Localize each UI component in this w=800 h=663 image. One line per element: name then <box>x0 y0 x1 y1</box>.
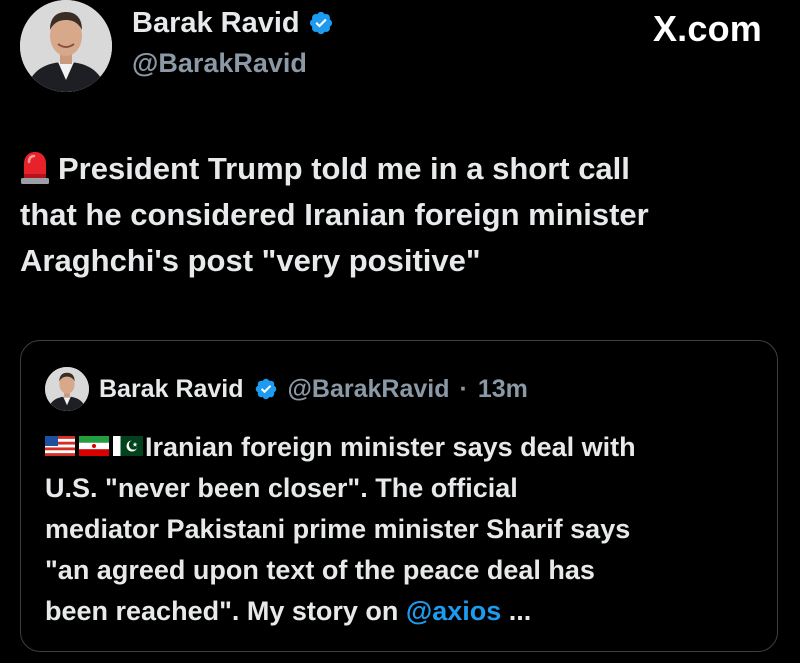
post-body: President Trump told me in a short call … <box>20 146 780 284</box>
quoted-verified-badge-icon <box>255 378 276 400</box>
quoted-line-3: mediator Pakistani prime minister Sharif… <box>45 514 631 544</box>
author-display-name[interactable]: Barak Ravid <box>132 7 300 40</box>
author-info: Barak Ravid @BarakRavid <box>132 6 334 79</box>
quoted-line-4: "an agreed upon text of the peace deal h… <box>45 555 595 585</box>
post-line-2: that he considered Iranian foreign minis… <box>20 197 649 232</box>
axios-mention-link[interactable]: @axios <box>406 596 501 626</box>
pakistan-flag-icon <box>113 436 143 456</box>
quoted-line-1: Iranian foreign minister says deal with <box>145 432 636 462</box>
post-line-1: President Trump told me in a short call <box>58 151 630 186</box>
verified-badge-icon <box>309 11 332 35</box>
display-name-row: Barak Ravid <box>132 6 334 40</box>
iran-flag-icon <box>79 436 109 456</box>
quoted-author-handle[interactable]: @BarakRavid <box>288 375 450 404</box>
post-line-3: Araghchi's post "very positive" <box>20 243 481 278</box>
truncation-ellipsis: ... <box>501 596 532 626</box>
separator-dot: · <box>459 374 468 403</box>
post-timestamp[interactable]: 13m <box>478 375 528 404</box>
police-siren-icon <box>21 152 49 184</box>
author-handle[interactable]: @BarakRavid <box>132 48 334 79</box>
quoted-line-2: U.S. "never been closer". The official <box>45 473 518 503</box>
quoted-author-name[interactable]: Barak Ravid <box>99 375 244 404</box>
source-watermark: X.com <box>652 8 762 49</box>
us-flag-icon <box>45 436 75 456</box>
quoted-post-header: Barak Ravid @BarakRavid · 13m <box>45 367 528 411</box>
quoted-post-body: Iranian foreign minister says deal with … <box>45 427 761 632</box>
author-avatar[interactable] <box>20 0 112 92</box>
flag-emojis <box>45 436 143 456</box>
quoted-author-avatar[interactable] <box>45 367 89 411</box>
quoted-post-card[interactable]: Barak Ravid @BarakRavid · 13m Iranian fo… <box>20 340 778 652</box>
quoted-line-5: been reached". My story on <box>45 596 406 626</box>
post-header: Barak Ravid @BarakRavid X.com <box>20 0 780 110</box>
